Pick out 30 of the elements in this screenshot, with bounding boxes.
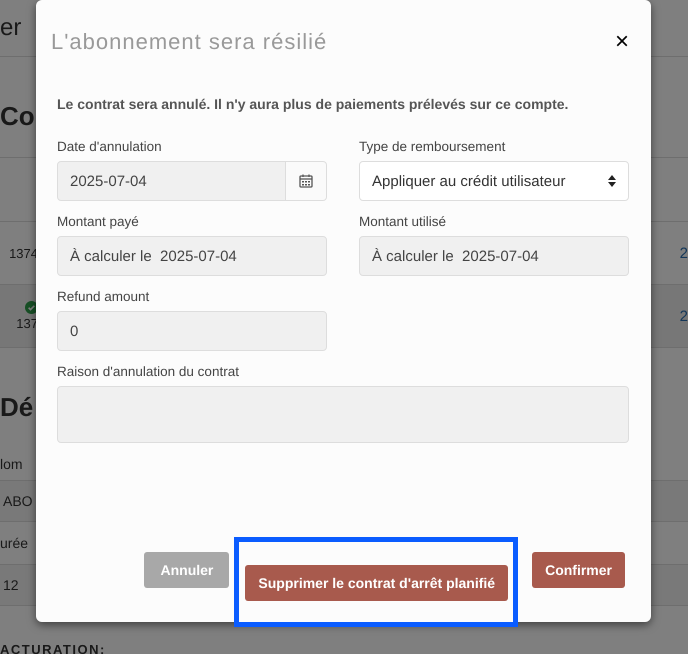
refund-type-select[interactable]: Appliquer au crédit utilisateur [359,161,629,201]
close-button[interactable]: × [614,30,629,54]
dialog-message: Le contrat sera annulé. Il n'y aura plus de paiements prélevés sur ce compte. [57,96,570,112]
field-label: Date d'annulation [57,139,163,154]
date-field[interactable]: 2025-07-04 [57,161,286,201]
section-heading: ACTURATION: [0,642,106,654]
input-field[interactable]: À calculer le 2025-07-04 [359,236,629,276]
sort-arrows-icon [608,175,616,187]
section-heading: Dé [0,392,34,422]
field-label: urée [0,535,28,551]
dialog-button[interactable]: Supprimer le contrat d'arrêt planifié [245,565,508,601]
field-label: Raison d'annulation du contrat [57,364,240,379]
field-label: Refund amount [57,289,150,304]
field-value: ABO [3,493,33,509]
dialog-title: L'abonnement sera résilié [51,29,328,55]
reason-field[interactable] [57,386,629,443]
calendar-button[interactable] [286,161,327,201]
section-heading: Co [0,100,35,132]
field-label: Montant utilisé [359,214,448,229]
table-cell: 2 [680,308,688,324]
field-label: Type de remboursement [359,139,506,154]
table-cell: 2 [680,244,688,262]
page-title: er [0,14,22,42]
input-field[interactable]: 0 [57,311,327,351]
field-value: 12 [3,577,19,593]
calendar-icon [299,174,313,188]
field-label: lom [0,456,23,472]
dialog-button[interactable]: Confirmer [532,552,625,588]
field-label: Montant payé [57,214,140,229]
input-field[interactable]: À calculer le 2025-07-04 [57,236,327,276]
